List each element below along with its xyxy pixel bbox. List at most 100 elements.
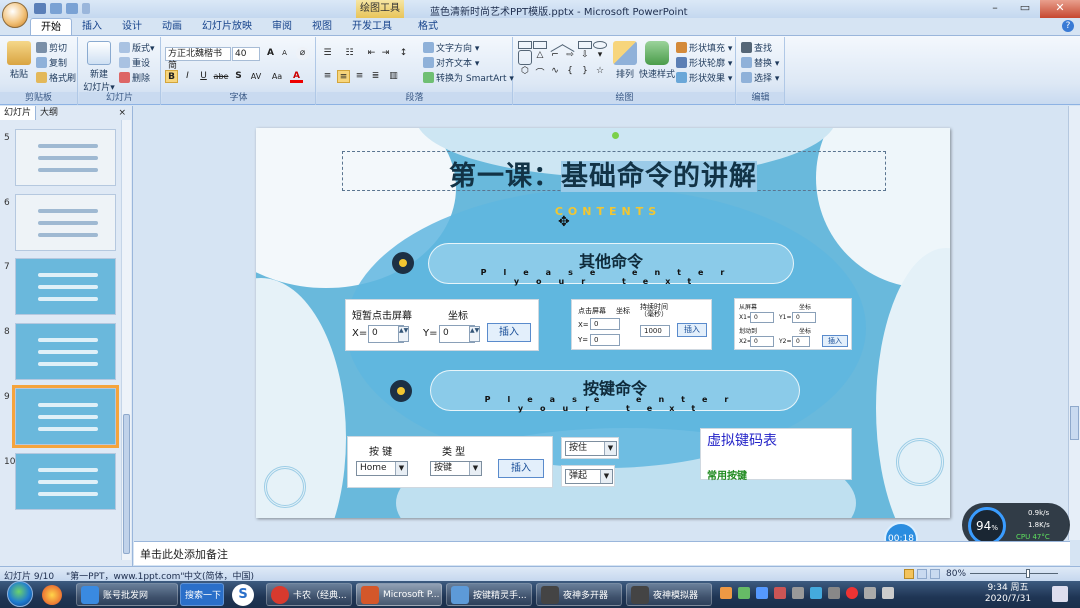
normal-view-icon[interactable] bbox=[904, 569, 914, 579]
shadow-button[interactable]: S bbox=[232, 70, 245, 83]
search-button[interactable]: 搜索一下 bbox=[180, 583, 224, 606]
oval-shape-icon[interactable] bbox=[593, 41, 607, 49]
slide-thumbnail[interactable] bbox=[15, 258, 116, 315]
office-button[interactable] bbox=[2, 2, 28, 28]
close-button[interactable]: ✕ bbox=[1040, 0, 1080, 18]
tab-slides[interactable]: 幻灯片 bbox=[0, 106, 37, 120]
delete-slide-button[interactable]: 删除 bbox=[119, 71, 150, 84]
bold-button[interactable]: B bbox=[165, 70, 178, 83]
format-painter-button[interactable]: 格式刷 bbox=[36, 71, 76, 84]
sogou-icon[interactable]: S bbox=[232, 584, 254, 606]
freeform-shape-icon[interactable]: ∿ bbox=[548, 66, 562, 85]
chevron-down-icon[interactable]: ▼ bbox=[600, 470, 612, 483]
triangle-shape-icon[interactable]: △ bbox=[533, 50, 547, 66]
line-spacing-icon[interactable]: ↕ bbox=[397, 47, 410, 60]
chevron-down-icon[interactable]: ▼ bbox=[469, 462, 481, 475]
start-button[interactable] bbox=[2, 581, 38, 608]
minimize-button[interactable]: – bbox=[980, 0, 1010, 18]
tab-animations[interactable]: 动画 bbox=[152, 18, 192, 35]
duration-input[interactable]: 1000 bbox=[640, 325, 670, 337]
undo-icon[interactable] bbox=[50, 3, 62, 14]
shape-outline-button[interactable]: 形状轮廓 ▾ bbox=[676, 56, 732, 69]
type-combo[interactable]: 按键 ▼ bbox=[430, 461, 482, 476]
justify-icon[interactable]: ≣ bbox=[369, 70, 382, 83]
brace-right-icon[interactable]: } bbox=[578, 66, 592, 85]
cut-button[interactable]: 剪切 bbox=[36, 41, 67, 54]
shrink-font-button[interactable]: A bbox=[278, 47, 291, 60]
more-shapes-icon[interactable]: ▾ bbox=[593, 50, 607, 66]
slide-thumbnail[interactable] bbox=[15, 323, 116, 380]
vk-table-link[interactable]: 虚拟键码表 bbox=[707, 430, 777, 450]
y1-input[interactable]: 0 bbox=[792, 312, 816, 323]
quick-styles-button[interactable]: 快速样式 bbox=[639, 41, 675, 80]
align-right-icon[interactable]: ≡ bbox=[353, 70, 366, 83]
new-slide-button[interactable]: 新建 幻灯片▾ bbox=[83, 41, 115, 93]
bullets-icon[interactable]: ☰ bbox=[321, 47, 334, 60]
columns-icon[interactable]: ▥ bbox=[387, 70, 400, 83]
decrease-indent-icon[interactable]: ⇤ bbox=[365, 47, 378, 60]
rectangle-shape-icon[interactable] bbox=[518, 41, 532, 49]
down-arrow-shape-icon[interactable]: ⇩ bbox=[578, 50, 592, 66]
tray-icon[interactable] bbox=[720, 587, 732, 599]
font-size-field[interactable]: 40 bbox=[232, 47, 260, 61]
slide-scroll-thumb[interactable] bbox=[1070, 406, 1079, 440]
underline-button[interactable]: U bbox=[197, 70, 210, 83]
slideshow-view-icon[interactable] bbox=[930, 569, 940, 579]
x1-input[interactable]: 0 bbox=[750, 312, 774, 323]
network-icon[interactable] bbox=[864, 587, 876, 599]
y2-input[interactable]: 0 bbox=[792, 336, 810, 347]
chevron-down-icon[interactable]: ▼ bbox=[395, 462, 407, 475]
tab-insert[interactable]: 插入 bbox=[72, 18, 112, 35]
thumbnail-scrollbar[interactable] bbox=[121, 120, 131, 560]
help-icon[interactable]: ? bbox=[1062, 20, 1074, 32]
tab-design[interactable]: 设计 bbox=[112, 18, 152, 35]
copy-button[interactable]: 复制 bbox=[36, 56, 67, 69]
task-nox-multi[interactable]: 夜神多开器 bbox=[536, 583, 622, 606]
curve-shape-icon[interactable]: ⌒ bbox=[533, 66, 547, 85]
tray-icon[interactable] bbox=[756, 587, 768, 599]
insert-button[interactable]: 插入 bbox=[677, 323, 707, 337]
task-powerpoint[interactable]: Microsoft P... bbox=[356, 583, 442, 606]
font-color-button[interactable]: A bbox=[290, 70, 303, 83]
slide-scrollbar[interactable] bbox=[1068, 106, 1080, 540]
slide-thumbnail[interactable] bbox=[15, 129, 116, 186]
save-icon[interactable] bbox=[34, 3, 46, 14]
reset-button[interactable]: 重设 bbox=[119, 56, 150, 69]
grow-font-button[interactable]: A bbox=[264, 47, 277, 60]
arrange-button[interactable]: 排列 bbox=[612, 41, 638, 80]
tab-slideshow[interactable]: 幻灯片放映 bbox=[192, 18, 262, 35]
tab-format[interactable]: 格式 bbox=[402, 18, 448, 35]
tab-outline[interactable]: 大纲 bbox=[36, 106, 62, 120]
zoom-thumb[interactable] bbox=[1026, 569, 1030, 578]
notes-pane[interactable]: 单击此处添加备注 bbox=[134, 541, 1070, 565]
brace-left-icon[interactable]: { bbox=[563, 66, 577, 85]
tab-view[interactable]: 视图 bbox=[302, 18, 342, 35]
x-spinner[interactable]: ▲▼ bbox=[398, 326, 409, 342]
key-combo[interactable]: Home ▼ bbox=[356, 461, 408, 476]
browser-icon[interactable] bbox=[42, 585, 62, 605]
text-direction-button[interactable]: 文字方向 ▾ bbox=[423, 41, 479, 54]
redo-icon[interactable] bbox=[66, 3, 78, 14]
task-account-site[interactable]: 账号批发网 bbox=[76, 583, 178, 606]
increase-indent-icon[interactable]: ⇥ bbox=[379, 47, 392, 60]
rounded-rect-shape-icon[interactable] bbox=[518, 49, 532, 66]
notification-icon[interactable] bbox=[1052, 586, 1068, 602]
tray-icon[interactable] bbox=[792, 587, 804, 599]
tray-icon[interactable] bbox=[846, 587, 858, 599]
insert-button[interactable]: 插入 bbox=[498, 459, 544, 478]
clock[interactable]: 9:34 周五 2020/7/31 bbox=[984, 583, 1032, 605]
strikethrough-button[interactable]: abe bbox=[212, 70, 230, 83]
slide-thumbnail[interactable] bbox=[15, 194, 116, 251]
find-button[interactable]: 查找 bbox=[741, 41, 772, 54]
shape-effects-button[interactable]: 形状效果 ▾ bbox=[676, 71, 732, 84]
press-hold-combo[interactable]: 按住 ▼ bbox=[565, 441, 617, 456]
right-arrow-shape-icon[interactable]: ⇨ bbox=[563, 50, 577, 66]
close-pane-icon[interactable]: × bbox=[114, 106, 132, 120]
textbox-shape-icon[interactable] bbox=[533, 41, 547, 49]
task-nox-emulator[interactable]: 夜神模拟器 bbox=[626, 583, 712, 606]
rotate-handle[interactable] bbox=[612, 132, 619, 139]
tab-home[interactable]: 开始 bbox=[30, 18, 72, 35]
slide-thumbnail[interactable] bbox=[15, 453, 116, 510]
slide-canvas[interactable]: 第一课：基础命令的讲解 CONTENTS 其他命令 Please enter y… bbox=[256, 128, 950, 518]
slide-thumbnail[interactable] bbox=[12, 385, 119, 448]
